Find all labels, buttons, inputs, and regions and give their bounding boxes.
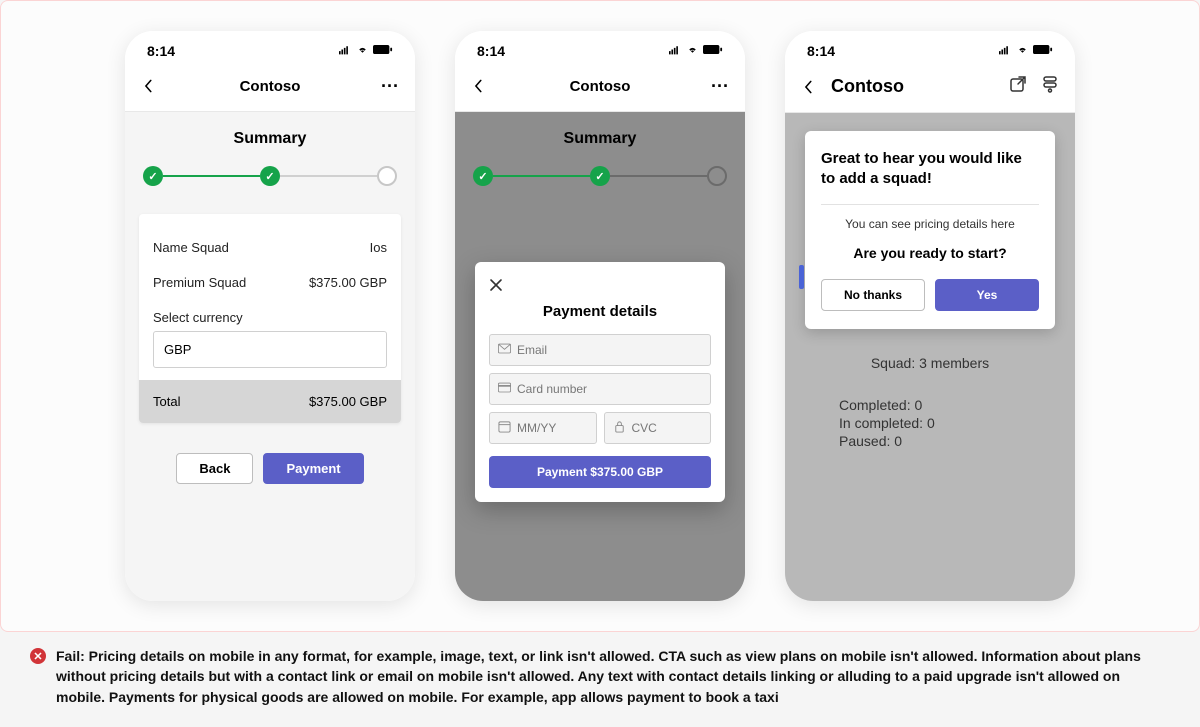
prompt-question: Are you ready to start? (821, 245, 1039, 261)
menu-icon[interactable] (1041, 75, 1059, 98)
app-title: Contoso (495, 78, 705, 95)
row-value: Ios (370, 240, 387, 255)
back-icon[interactable] (801, 76, 825, 98)
wifi-icon (1016, 43, 1029, 59)
fail-message-text: Fail: Pricing details on mobile in any f… (56, 646, 1170, 707)
no-thanks-button[interactable]: No thanks (821, 279, 925, 311)
app-title: Contoso (831, 76, 1009, 97)
battery-icon (373, 44, 393, 58)
phone-screenshot-3: 8:14 Contoso Great to hear you would (785, 31, 1075, 601)
row-label: Name Squad (153, 240, 229, 255)
payment-button[interactable]: Payment (263, 453, 363, 484)
status-time: 8:14 (147, 43, 175, 59)
currency-label: Select currency (153, 300, 387, 325)
fail-icon: ✕ (30, 648, 46, 664)
calendar-icon (498, 420, 511, 436)
expiry-field[interactable]: MM/YY (489, 412, 597, 444)
cvc-field[interactable]: CVC (604, 412, 712, 444)
lock-icon (613, 420, 626, 436)
currency-select[interactable]: GBP (153, 331, 387, 368)
status-icons (669, 43, 723, 59)
status-time: 8:14 (477, 43, 505, 59)
yes-button[interactable]: Yes (935, 279, 1039, 311)
step-done-icon: ✓ (260, 166, 280, 186)
back-button[interactable]: Back (176, 453, 253, 484)
divider (821, 204, 1039, 205)
step-done-icon: ✓ (143, 166, 163, 186)
card-number-field[interactable]: Card number (489, 373, 711, 405)
progress-stepper: ✓ ✓ (139, 166, 401, 186)
status-bar: 8:14 (455, 31, 745, 65)
status-line: In completed: 0 (799, 415, 1061, 431)
open-external-icon[interactable] (1009, 75, 1027, 98)
status-line: Paused: 0 (799, 433, 1061, 449)
email-field[interactable]: Email (489, 334, 711, 366)
app-body: Summary ✓ ✓ Name Squad Ios Premium Squad (125, 112, 415, 601)
table-row: Name Squad Ios (153, 230, 387, 265)
status-line: Completed: 0 (799, 397, 1061, 413)
back-icon[interactable] (471, 75, 495, 97)
fail-message-block: ✕ Fail: Pricing details on mobile in any… (0, 632, 1200, 727)
phone-screenshot-1: 8:14 Contoso ··· (125, 31, 415, 601)
wifi-icon (356, 43, 369, 59)
total-value: $375.00 GBP (309, 394, 387, 409)
signal-icon (999, 43, 1012, 59)
status-icons (999, 43, 1053, 59)
step-pending-icon (377, 166, 397, 186)
row-label: Premium Squad (153, 275, 246, 290)
prompt-subtext: You can see pricing details here (821, 217, 1039, 231)
prompt-card: Great to hear you would like to add a sq… (805, 131, 1055, 329)
signal-icon (339, 43, 352, 59)
close-icon[interactable] (489, 276, 503, 296)
app-title: Contoso (165, 78, 375, 95)
back-icon[interactable] (141, 75, 165, 97)
total-row: Total $375.00 GBP (139, 380, 401, 423)
battery-icon (1033, 44, 1053, 58)
row-value: $375.00 GBP (309, 275, 387, 290)
app-header: Contoso (785, 65, 1075, 113)
modal-overlay: Payment details Email Card number (455, 112, 745, 601)
squad-info: Squad: 3 members (799, 355, 1061, 371)
placeholder-text: Email (517, 343, 547, 357)
status-icons (339, 43, 393, 59)
app-header: Contoso ··· (125, 65, 415, 112)
placeholder-text: MM/YY (517, 421, 556, 435)
app-body-dimmed: Summary ✓ ✓ Back Payment (455, 112, 745, 601)
section-title: Summary (139, 130, 401, 148)
step-line (280, 175, 377, 177)
phone-screenshot-2: 8:14 Contoso ··· Summary ✓ ✓ (455, 31, 745, 601)
accent-strip (799, 265, 804, 289)
battery-icon (703, 44, 723, 58)
app-body-dimmed: Great to hear you would like to add a sq… (785, 113, 1075, 601)
app-header: Contoso ··· (455, 65, 745, 112)
placeholder-text: Card number (517, 382, 587, 396)
signal-icon (669, 43, 682, 59)
summary-card: Name Squad Ios Premium Squad $375.00 GBP… (139, 214, 401, 423)
card-icon (498, 381, 511, 397)
step-line (163, 175, 260, 177)
more-icon[interactable]: ··· (375, 76, 399, 97)
wifi-icon (686, 43, 699, 59)
total-label: Total (153, 394, 180, 409)
table-row: Premium Squad $375.00 GBP (153, 265, 387, 300)
button-row: Back Payment (139, 453, 401, 484)
example-container: 8:14 Contoso ··· (0, 0, 1200, 632)
placeholder-text: CVC (632, 421, 657, 435)
modal-title: Payment details (489, 303, 711, 320)
payment-modal: Payment details Email Card number (475, 262, 725, 502)
status-bar: 8:14 (125, 31, 415, 65)
mail-icon (498, 342, 511, 358)
status-time: 8:14 (807, 43, 835, 59)
submit-payment-button[interactable]: Payment $375.00 GBP (489, 456, 711, 488)
more-icon[interactable]: ··· (705, 76, 729, 97)
prompt-title: Great to hear you would like to add a sq… (821, 149, 1039, 190)
status-bar: 8:14 (785, 31, 1075, 65)
